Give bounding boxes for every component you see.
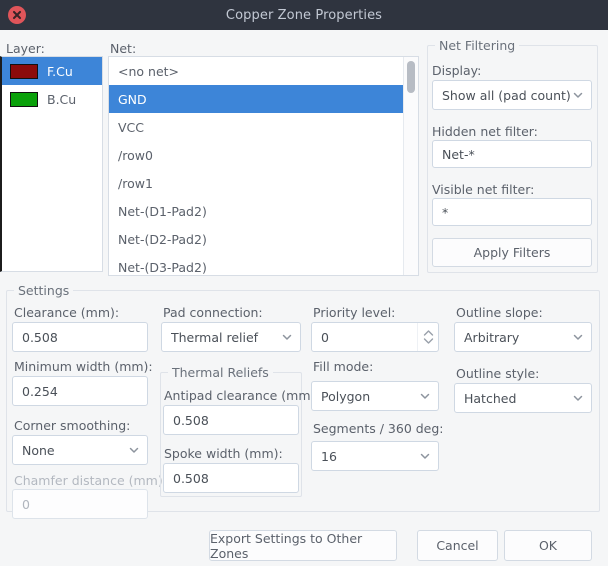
net-list-item-row1[interactable]: /row1 [109,169,418,197]
chevron-up-icon[interactable] [422,329,435,337]
layer-list-item-fcu[interactable]: F.Cu [2,57,102,85]
segments-dropdown[interactable]: 16 [311,441,439,471]
priority-level-label: Priority level: [313,305,396,320]
net-filtering-title: Net Filtering [435,38,520,53]
corner-smoothing-value: None [22,442,55,458]
layer-label: Layer: [6,41,45,56]
clearance-label: Clearance (mm): [14,305,120,320]
display-label: Display: [432,63,482,78]
layer-list[interactable]: F.Cu B.Cu [0,56,103,272]
antipad-clearance-input[interactable]: 0.508 [163,405,299,435]
cancel-button[interactable]: Cancel [417,530,498,561]
net-list-scrollbar[interactable] [403,57,418,275]
corner-smoothing-label: Corner smoothing: [14,418,131,433]
pad-connection-label: Pad connection: [163,305,263,320]
net-list[interactable]: <no net> GND VCC /row0 /row1 Net-(D1-Pad… [108,56,419,276]
export-settings-button[interactable]: Export Settings to Other Zones [209,530,397,561]
layer-name-bcu: B.Cu [47,91,77,107]
close-icon [12,10,22,20]
chevron-down-icon [282,334,292,340]
chamfer-distance-label: Chamfer distance (mm): [14,473,167,488]
fill-mode-dropdown[interactable]: Polygon [311,381,439,411]
chevron-down-icon [573,395,583,401]
net-list-item-no-net[interactable]: <no net> [109,57,418,85]
clearance-input[interactable]: 0.508 [12,322,148,352]
net-list-item-d1-pad2[interactable]: Net-(D1-Pad2) [109,197,418,225]
chevron-down-icon [573,92,583,98]
display-value: Show all (pad count) [442,87,571,103]
display-dropdown[interactable]: Show all (pad count) [432,80,592,110]
segments-label: Segments / 360 deg: [313,421,444,436]
visible-net-filter-input[interactable]: * [432,198,592,226]
net-list-item-vcc[interactable]: VCC [109,113,418,141]
net-list-scroll-thumb[interactable] [407,61,415,93]
chevron-down-icon[interactable] [422,337,435,345]
chevron-down-icon [420,393,430,399]
close-button[interactable] [8,6,26,24]
outline-style-dropdown[interactable]: Hatched [454,383,592,413]
outline-slope-dropdown[interactable]: Arbitrary [454,322,592,352]
net-list-item-gnd[interactable]: GND [109,85,418,113]
window-title: Copper Zone Properties [225,7,383,23]
chevron-down-icon [573,334,583,340]
priority-level-stepper[interactable] [417,323,438,351]
apply-filters-button[interactable]: Apply Filters [432,238,592,267]
visible-net-filter-label: Visible net filter: [432,182,535,197]
net-label: Net: [110,41,137,56]
chamfer-distance-input: 0 [12,489,148,519]
pad-connection-dropdown[interactable]: Thermal relief [161,322,301,352]
net-list-item-d2-pad2[interactable]: Net-(D2-Pad2) [109,225,418,253]
outline-style-value: Hatched [464,390,517,406]
layer-color-swatch-bcu [10,91,38,107]
spoke-width-label: Spoke width (mm): [164,446,283,461]
antipad-clearance-label: Antipad clearance (mm): [164,388,320,403]
copper-zone-properties-dialog: Copper Zone Properties Layer: F.Cu B.Cu … [0,0,608,566]
corner-smoothing-dropdown[interactable]: None [12,435,148,465]
fill-mode-value: Polygon [321,388,371,404]
minimum-width-input[interactable]: 0.254 [12,376,148,406]
fill-mode-label: Fill mode: [313,359,374,374]
spoke-width-input[interactable]: 0.508 [163,463,299,493]
ok-button[interactable]: OK [504,530,592,561]
priority-level-value[interactable]: 0 [312,330,417,345]
chevron-down-icon [129,447,139,453]
net-list-item-d3-pad2[interactable]: Net-(D3-Pad2) [109,253,418,275]
layer-list-item-bcu[interactable]: B.Cu [2,85,102,113]
outline-slope-label: Outline slope: [456,305,543,320]
outline-style-label: Outline style: [456,366,540,381]
minimum-width-label: Minimum width (mm): [14,359,153,374]
title-bar: Copper Zone Properties [0,0,608,30]
settings-title: Settings [14,283,74,298]
hidden-net-filter-label: Hidden net filter: [432,124,538,139]
priority-level-spinner[interactable]: 0 [311,322,439,352]
layer-color-swatch-fcu [10,63,38,79]
hidden-net-filter-input[interactable]: Net-* [432,140,592,168]
pad-connection-value: Thermal relief [171,329,259,345]
chevron-down-icon [420,453,430,459]
segments-value: 16 [321,448,337,464]
layer-name-fcu: F.Cu [47,63,73,79]
outline-slope-value: Arbitrary [464,329,520,345]
net-list-item-row0[interactable]: /row0 [109,141,418,169]
thermal-reliefs-title: Thermal Reliefs [168,365,273,380]
